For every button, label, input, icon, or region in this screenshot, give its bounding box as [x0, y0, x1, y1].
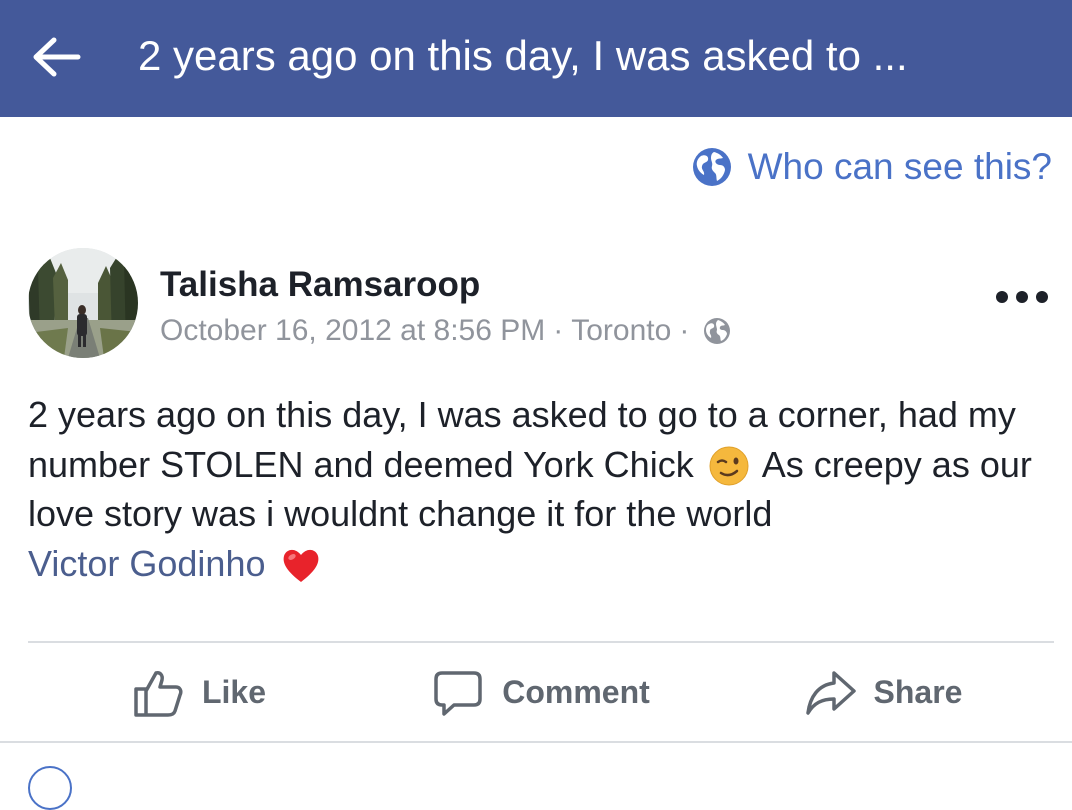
more-options-icon — [1016, 291, 1028, 303]
post-actions: Like Comment Share — [28, 645, 1054, 740]
winking-face-emoji — [709, 446, 749, 485]
thumbs-up-icon — [134, 670, 183, 717]
profile-photo — [28, 248, 138, 358]
avatar[interactable] — [28, 248, 138, 358]
back-button[interactable] — [30, 34, 82, 80]
privacy-link-label: Who can see this? — [747, 146, 1052, 187]
share-button[interactable]: Share — [712, 645, 1054, 740]
like-label: Like — [201, 674, 267, 710]
top-bar: 2 years ago on this day, I was asked to … — [0, 0, 1072, 117]
more-options-icon — [1036, 291, 1048, 303]
author-name[interactable]: Talisha Ramsaroop — [160, 262, 480, 308]
red-heart-emoji — [283, 549, 318, 582]
post-location[interactable]: Toronto — [571, 314, 671, 348]
comment-icon — [434, 670, 482, 716]
who-can-see-this-link[interactable]: Who can see this? — [692, 140, 1052, 194]
comment-label: Comment — [502, 674, 650, 710]
mention-link[interactable]: Victor Godinho — [28, 543, 265, 584]
avatar[interactable] — [28, 766, 72, 810]
divider — [28, 641, 1054, 643]
like-button[interactable]: Like — [28, 645, 370, 740]
divider — [0, 741, 1072, 743]
post-text: 2 years ago on this day, I was asked to … — [28, 390, 1048, 588]
comment-button[interactable]: Comment — [370, 645, 712, 740]
post-timestamp[interactable]: October 16, 2012 at 8:56 PM — [160, 314, 545, 348]
public-globe-icon — [704, 318, 731, 344]
post-meta: October 16, 2012 at 8:56 PM · Toronto · — [160, 311, 731, 351]
meta-separator: · — [553, 314, 564, 347]
more-options-icon — [996, 291, 1008, 303]
more-options-button[interactable] — [996, 280, 1048, 314]
share-arrow-icon — [805, 670, 856, 715]
page-title: 2 years ago on this day, I was asked to … — [138, 32, 908, 79]
share-label: Share — [873, 674, 963, 710]
meta-separator: · — [679, 314, 690, 347]
globe-icon — [692, 148, 731, 186]
back-arrow-icon — [33, 37, 81, 77]
